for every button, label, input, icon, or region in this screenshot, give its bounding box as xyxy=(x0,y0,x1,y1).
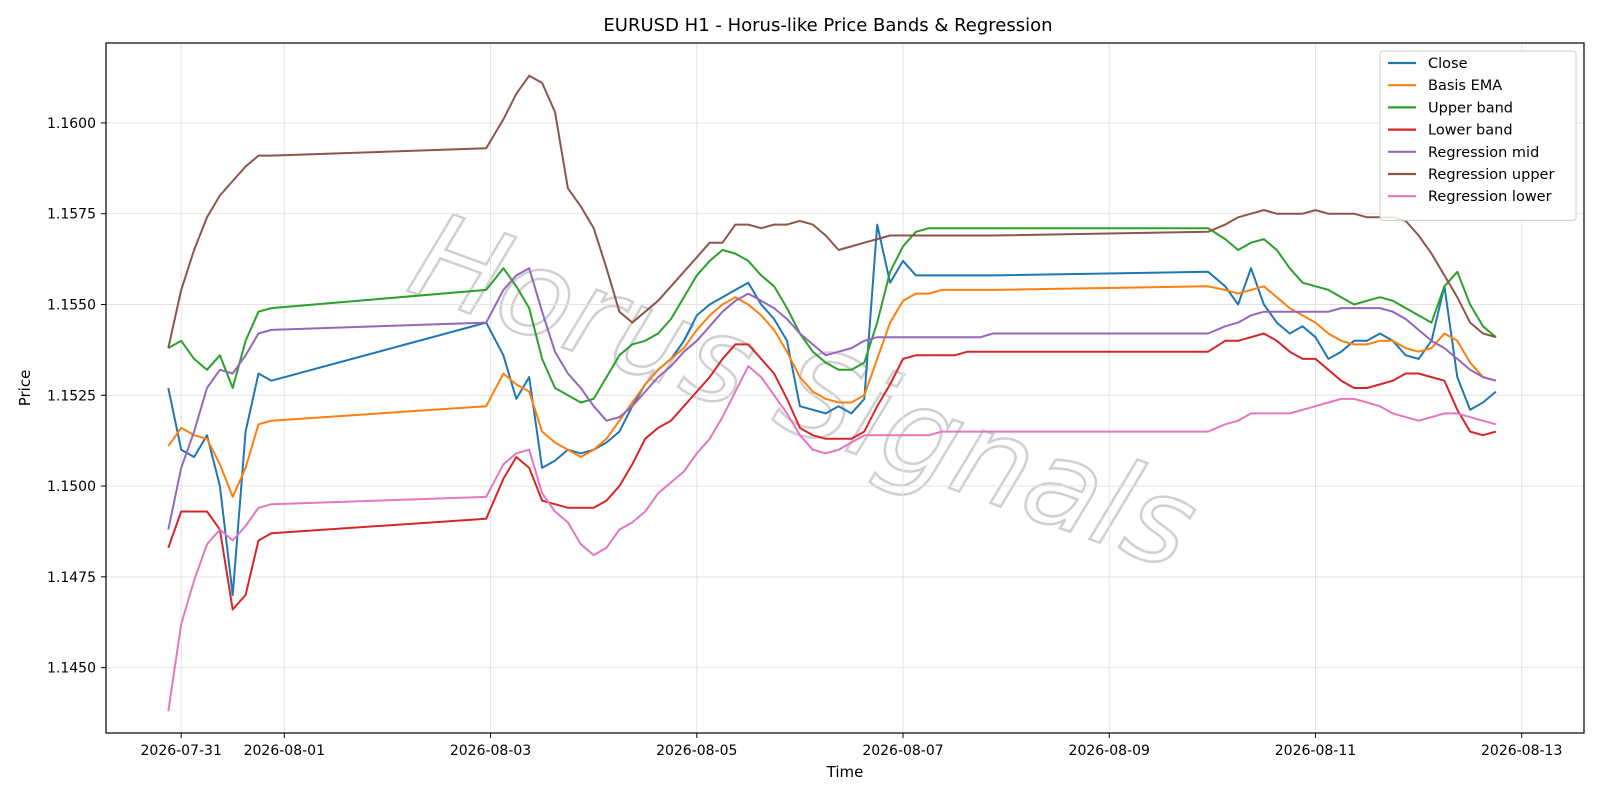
y-tick: 1.1575 xyxy=(47,207,106,223)
x-tick: 2026-08-05 xyxy=(656,733,737,759)
x-tick: 2026-08-03 xyxy=(450,733,531,759)
y-tick: 1.1450 xyxy=(47,661,106,677)
x-tick: 2026-08-07 xyxy=(862,733,944,759)
x-axis-label: Time xyxy=(826,763,864,781)
legend-label: Lower band xyxy=(1428,123,1513,139)
x-tick: 2026-08-09 xyxy=(1069,733,1150,759)
y-axis-ticks: 1.1450 1.1475 1.1500 1.1525 1.1550 1.1575 1.16… xyxy=(47,116,106,677)
x-tick-label: 2026-08-09 xyxy=(1069,743,1150,759)
y-tick: 1.1475 xyxy=(47,570,106,586)
legend: Close Basis EMA Upper band Lower band Regres… xyxy=(1379,50,1577,221)
y-tick: 1.1600 xyxy=(47,116,106,132)
y-tick-label: 1.1500 xyxy=(47,479,96,495)
legend-label: Close xyxy=(1428,56,1468,72)
x-tick-label: 2026-08-03 xyxy=(450,743,531,759)
x-tick: 2026-07-31 xyxy=(141,733,222,759)
y-tick: 1.1550 xyxy=(47,297,106,313)
legend-label: Regression mid xyxy=(1428,145,1539,161)
x-tick: 2026-08-01 xyxy=(244,733,325,759)
x-tick-label: 2026-08-01 xyxy=(244,743,325,759)
legend-label: Regression upper xyxy=(1428,167,1554,183)
y-tick-label: 1.1450 xyxy=(47,661,96,677)
y-tick-label: 1.1550 xyxy=(47,297,96,313)
series-line-regression-upper xyxy=(167,74,1497,349)
y-axis-label: Price xyxy=(16,370,34,407)
x-tick-label: 2026-07-31 xyxy=(141,743,222,759)
y-tick: 1.1500 xyxy=(47,479,106,495)
x-tick-label: 2026-08-11 xyxy=(1275,743,1356,759)
legend-label: Basis EMA xyxy=(1428,78,1502,94)
legend-label: Upper band xyxy=(1428,100,1513,116)
x-tick: 2026-08-11 xyxy=(1275,733,1356,759)
y-tick-label: 1.1575 xyxy=(47,207,96,223)
y-tick: 1.1525 xyxy=(47,388,106,404)
x-tick-label: 2026-08-05 xyxy=(656,743,737,759)
x-tick: 2026-08-13 xyxy=(1481,733,1562,759)
watermark: Horus Signals xyxy=(394,186,1213,597)
y-tick-label: 1.1475 xyxy=(47,570,96,586)
x-axis-ticks: 2026-07-31 2026-08-01 2026-08-03 2026-08-05… xyxy=(141,733,1562,759)
y-tick-label: 1.1600 xyxy=(47,116,96,132)
series-line-close xyxy=(167,223,1497,596)
chart-title: EURUSD H1 - Horus-like Price Bands & Reg… xyxy=(603,15,1052,36)
y-tick-label: 1.1525 xyxy=(47,388,96,404)
x-tick-label: 2026-08-07 xyxy=(862,743,943,759)
x-tick-label: 2026-08-13 xyxy=(1481,743,1562,759)
legend-label: Regression lower xyxy=(1428,189,1552,205)
line-chart: EURUSD H1 - Horus-like Price Bands & Reg… xyxy=(16,15,1585,781)
